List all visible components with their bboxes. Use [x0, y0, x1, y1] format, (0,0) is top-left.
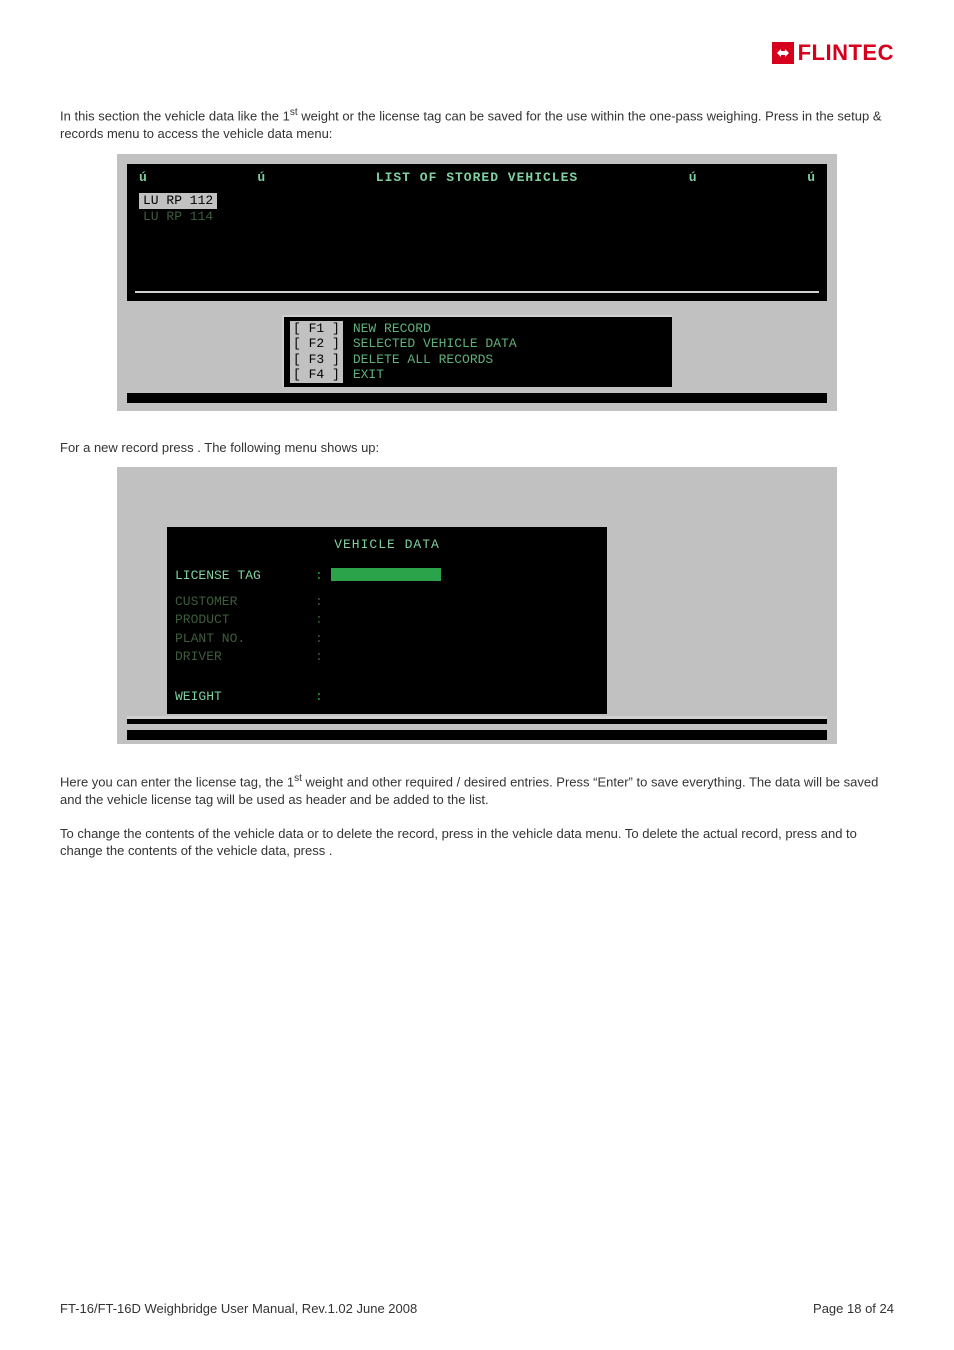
fkey-row[interactable]: [ F3 ] DELETE ALL RECORDS	[290, 352, 666, 368]
flintec-logo: FLINTEC	[772, 40, 894, 66]
logo-text: FLINTEC	[798, 40, 894, 66]
fkey-row[interactable]: [ F2 ] SELECTED VEHICLE DATA	[290, 336, 666, 352]
footer-left: FT-16/FT-16D Weighbridge User Manual, Re…	[60, 1301, 417, 1316]
vehicle-data-form: VEHICLE DATA LICENSE TAG : CUSTOMER : PR…	[167, 527, 607, 715]
terminal-screenshot-1: ú ú LIST OF STORED VEHICLES ú ú LU RP 11…	[117, 154, 837, 411]
field-product[interactable]: PRODUCT :	[175, 611, 599, 629]
para-change-contents: To change the contents of the vehicle da…	[60, 825, 894, 860]
fkey-row[interactable]: [ F4 ] EXIT	[290, 367, 666, 383]
field-plant-no[interactable]: PLANT NO. :	[175, 630, 599, 648]
list-item[interactable]: LU RP 114	[139, 209, 217, 224]
field-driver[interactable]: DRIVER :	[175, 648, 599, 666]
field-weight[interactable]: WEIGHT :	[175, 688, 599, 706]
list-item-selected[interactable]: LU RP 112	[139, 193, 217, 209]
page-footer: FT-16/FT-16D Weighbridge User Manual, Re…	[60, 1301, 894, 1316]
footer-right: Page 18 of 24	[813, 1301, 894, 1316]
para-new-record: For a new record press . The following m…	[60, 439, 894, 457]
logo-bar: FLINTEC	[60, 40, 894, 106]
fkey-menu: [ F1 ] NEW RECORD [ F2 ] SELECTED VEHICL…	[282, 315, 672, 387]
license-tag-input[interactable]	[331, 568, 441, 581]
field-customer[interactable]: CUSTOMER :	[175, 593, 599, 611]
field-license-tag[interactable]: LICENSE TAG :	[175, 567, 599, 585]
vehicle-data-title: VEHICLE DATA	[175, 533, 599, 561]
list-title: LIST OF STORED VEHICLES	[376, 170, 578, 190]
list-of-stored-vehicles-screen: ú ú LIST OF STORED VEHICLES ú ú LU RP 11…	[127, 164, 827, 300]
logo-icon	[772, 42, 794, 64]
vehicle-list: LU RP 112 LU RP 114	[135, 191, 819, 291]
para-enter-license: Here you can enter the license tag, the …	[60, 772, 894, 808]
page-content: FLINTEC In this section the vehicle data…	[0, 0, 954, 888]
intro-paragraph: In this section the vehicle data like th…	[60, 106, 894, 142]
fkey-row[interactable]: [ F1 ] NEW RECORD	[290, 321, 666, 337]
terminal-screenshot-2: VEHICLE DATA LICENSE TAG : CUSTOMER : PR…	[117, 467, 837, 745]
